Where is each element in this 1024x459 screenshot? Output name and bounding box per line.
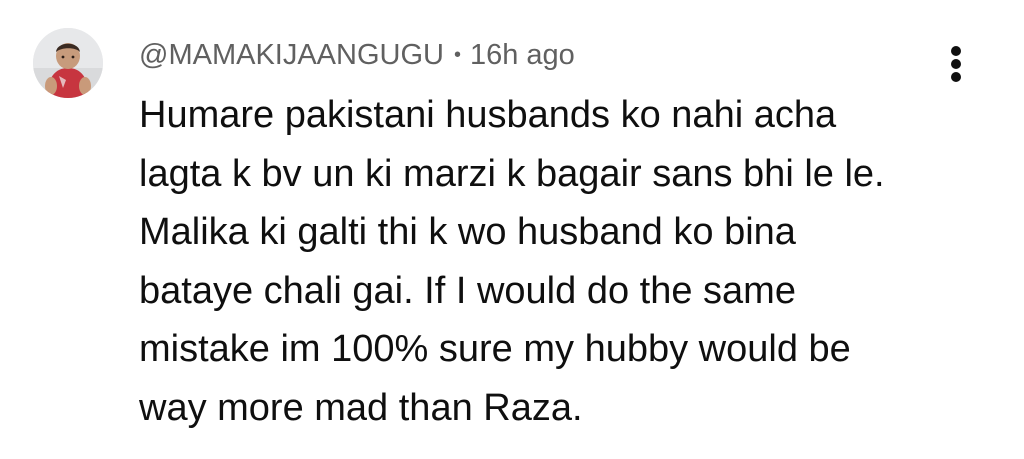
comment-text-line: bataye chali gai. If I would do the same xyxy=(139,269,796,312)
comment-timestamp[interactable]: 16h ago xyxy=(470,39,575,72)
more-options-button[interactable] xyxy=(934,40,978,84)
comment-text-line: lagta k bv un ki marzi k bagair sans bhi… xyxy=(139,152,885,195)
avatar-image xyxy=(33,28,103,98)
comment-card: @MAMAKIJAANGUGU • 16h ago Humare pakista… xyxy=(0,0,1024,459)
comment-text-line: mistake im 100% sure my hubby would be xyxy=(139,328,851,370)
avatar[interactable] xyxy=(33,28,103,98)
comment-text-line: Humare pakistani husbands ko nahi acha xyxy=(139,94,837,136)
comment-meta: @MAMAKIJAANGUGU • 16h ago xyxy=(139,35,575,75)
comment-text: Humare pakistani husbands ko nahi acha l… xyxy=(139,86,939,437)
meta-separator: • xyxy=(453,44,461,66)
comment-text-line: Malika ki galti thi k wo husband ko bina xyxy=(139,211,796,253)
comment-text-line: way more mad than Raza. xyxy=(139,386,583,429)
author-handle[interactable]: @MAMAKIJAANGUGU xyxy=(139,39,444,72)
